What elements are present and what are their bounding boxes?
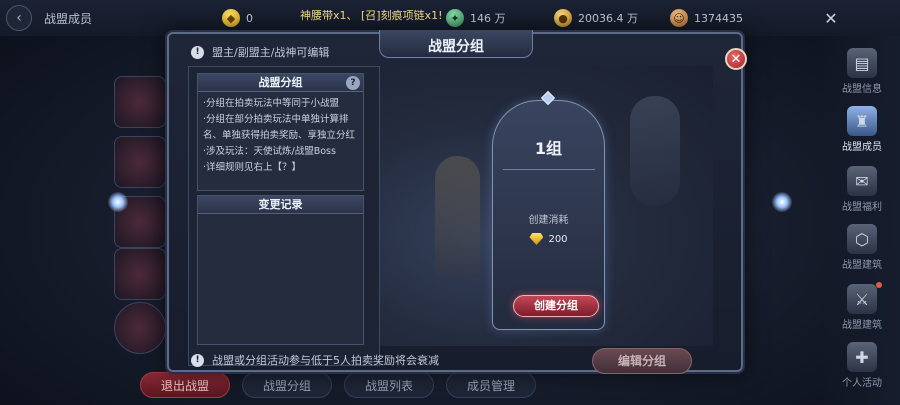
group-stage: 1组 创建消耗 200 创建分组	[380, 66, 713, 346]
power-resource: ☺ 1374435	[670, 9, 743, 27]
sidebar-item-alliance-battle[interactable]: ⚔ 战盟建筑	[824, 280, 900, 338]
member-avatar[interactable]	[114, 136, 166, 188]
group-card: 1组 创建消耗 200 创建分组	[492, 90, 605, 330]
alliance-welfare-icon: ✉	[847, 166, 877, 196]
cost-label: 创建消耗	[528, 215, 569, 226]
back-arrow-icon[interactable]: ‹	[6, 5, 32, 31]
create-group-button[interactable]: 创建分组	[513, 295, 599, 317]
glow-orb	[108, 192, 128, 212]
decay-warning-note: ! 战盟或分组活动参与低于5人拍卖奖励将会衰减	[191, 352, 439, 368]
sidebar-item-alliance-welfare[interactable]: ✉ 战盟福利	[824, 162, 900, 220]
tab-alliance-groups[interactable]: 战盟分组	[242, 372, 333, 398]
info-icon: !	[191, 353, 204, 367]
green-crystal-icon: ✦	[446, 9, 464, 27]
gem-icon: ◆	[222, 9, 240, 27]
info-panel: 战盟分组 ? ·分组在拍卖玩法中等同于小战盟 ·分组在部分拍卖玩法中单独计算排名…	[188, 66, 380, 366]
rules-box: 战盟分组 ? ·分组在拍卖玩法中等同于小战盟 ·分组在部分拍卖玩法中单独计算排名…	[197, 73, 364, 191]
alliance-members-icon: ♜	[847, 106, 877, 136]
close-icon[interactable]: ✕	[820, 8, 842, 28]
tab-leave-alliance[interactable]: 退出战盟	[140, 372, 231, 398]
change-log-box: 变更记录	[197, 195, 364, 345]
sidebar-item-alliance-info[interactable]: ▤ 战盟信息	[824, 44, 900, 102]
avatar-icon: ☺	[670, 9, 688, 27]
alliance-building-icon: ⬡	[847, 224, 877, 254]
divider	[503, 169, 595, 170]
dialog-title: 战盟分组	[428, 39, 484, 55]
edit-group-button[interactable]: 编辑分组	[592, 348, 692, 374]
broadcast-marquee: 神腰带x1、 [召]刻痕项链x1!	[300, 9, 443, 22]
help-icon[interactable]: ?	[346, 76, 360, 90]
sidebar-item-alliance-building[interactable]: ⬡ 战盟建筑	[824, 220, 900, 278]
alliance-group-dialog: 战盟分组 ✕ ! 盟主/副盟主/战神可编辑 战盟分组 ? ·分组在拍卖玩法中等同…	[167, 30, 747, 374]
sidebar-item-personal-activity[interactable]: ✚ 个人活动	[824, 338, 900, 396]
member-avatar[interactable]	[114, 302, 166, 354]
card-gem-ornament	[540, 90, 556, 106]
info-icon: !	[191, 45, 204, 59]
group-card-title: 1组	[534, 139, 563, 158]
change-log-title: 变更记录	[198, 196, 363, 214]
cost-value: 200	[493, 233, 604, 245]
page-title: 战盟成员	[44, 12, 93, 26]
gold-resource: ● 20036.4 万	[554, 9, 638, 27]
rules-title: 战盟分组 ?	[198, 74, 363, 92]
gem-resource: ◆ 0	[222, 9, 253, 27]
member-avatar[interactable]	[114, 248, 166, 300]
right-sidebar: ▤ 战盟信息 ♜ 战盟成员 ✉ 战盟福利 ⬡ 战盟建筑 ⚔ 战盟建筑 ✚ 个人活…	[824, 36, 900, 405]
alliance-battle-icon: ⚔	[847, 284, 877, 314]
tab-alliance-list[interactable]: 战盟列表	[344, 372, 435, 398]
member-avatar[interactable]	[114, 76, 166, 128]
bottom-tabs: 退出战盟 战盟分组 战盟列表 成员管理	[140, 372, 537, 402]
glow-orb	[772, 192, 792, 212]
close-icon[interactable]: ✕	[725, 48, 747, 70]
permission-note: ! 盟主/副盟主/战神可编辑	[191, 44, 329, 60]
hero-figure	[435, 156, 480, 276]
tab-member-management[interactable]: 成员管理	[446, 372, 537, 398]
sidebar-item-alliance-members[interactable]: ♜ 战盟成员	[824, 102, 900, 160]
gem-icon	[529, 233, 544, 245]
hero-figure	[630, 96, 680, 206]
alliance-info-icon: ▤	[847, 48, 877, 78]
notification-badge	[876, 282, 882, 288]
crystal-resource: ✦ 146 万	[446, 9, 506, 27]
gold-coin-icon: ●	[554, 9, 572, 27]
personal-activity-icon: ✚	[847, 342, 877, 372]
rules-text: ·分组在拍卖玩法中等同于小战盟 ·分组在部分拍卖玩法中单独计算排名、单独获得拍卖…	[203, 98, 356, 173]
